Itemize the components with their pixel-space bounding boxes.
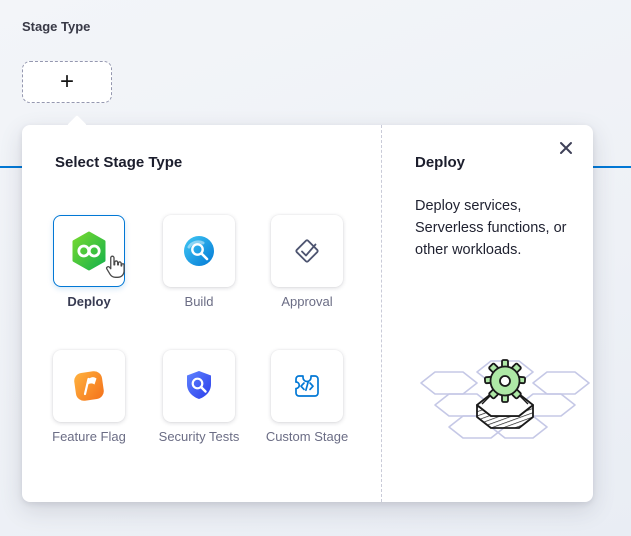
popover-caret bbox=[67, 115, 87, 135]
popover-title: Select Stage Type bbox=[55, 154, 182, 171]
detail-title: Deploy bbox=[415, 154, 465, 171]
stage-label-feature-flag[interactable]: Feature Flag bbox=[34, 429, 144, 445]
detail-description: Deploy services, Serverless functions, o… bbox=[415, 195, 587, 261]
close-button[interactable] bbox=[555, 137, 577, 159]
stage-label-build[interactable]: Build bbox=[144, 294, 254, 310]
build-circle-icon bbox=[181, 233, 217, 269]
stage-label-approval[interactable]: Approval bbox=[252, 294, 362, 310]
approval-check-icon bbox=[289, 233, 325, 269]
stage-card-build[interactable] bbox=[163, 215, 235, 287]
stage-label-custom-stage[interactable]: Custom Stage bbox=[252, 429, 362, 445]
deploy-hexagon-icon bbox=[71, 231, 107, 271]
stage-card-security-tests[interactable] bbox=[163, 350, 235, 422]
stage-label-security-tests[interactable]: Security Tests bbox=[144, 429, 254, 445]
deploy-illustration bbox=[420, 347, 590, 465]
plus-icon: + bbox=[60, 68, 74, 96]
stage-card-feature-flag[interactable] bbox=[53, 350, 125, 422]
custom-stage-icon bbox=[288, 367, 326, 405]
stage-card-deploy[interactable] bbox=[53, 215, 125, 287]
add-stage-button[interactable]: + bbox=[22, 61, 112, 103]
stage-card-approval[interactable] bbox=[271, 215, 343, 287]
panel-divider bbox=[381, 125, 382, 502]
security-shield-icon bbox=[181, 368, 217, 404]
stage-card-custom-stage[interactable] bbox=[271, 350, 343, 422]
stage-label-deploy[interactable]: Deploy bbox=[34, 294, 144, 310]
feature-flag-icon bbox=[70, 367, 108, 405]
select-stage-popover: Select Stage Type bbox=[22, 125, 593, 502]
stage-type-label: Stage Type bbox=[22, 19, 90, 34]
close-icon bbox=[558, 140, 574, 156]
